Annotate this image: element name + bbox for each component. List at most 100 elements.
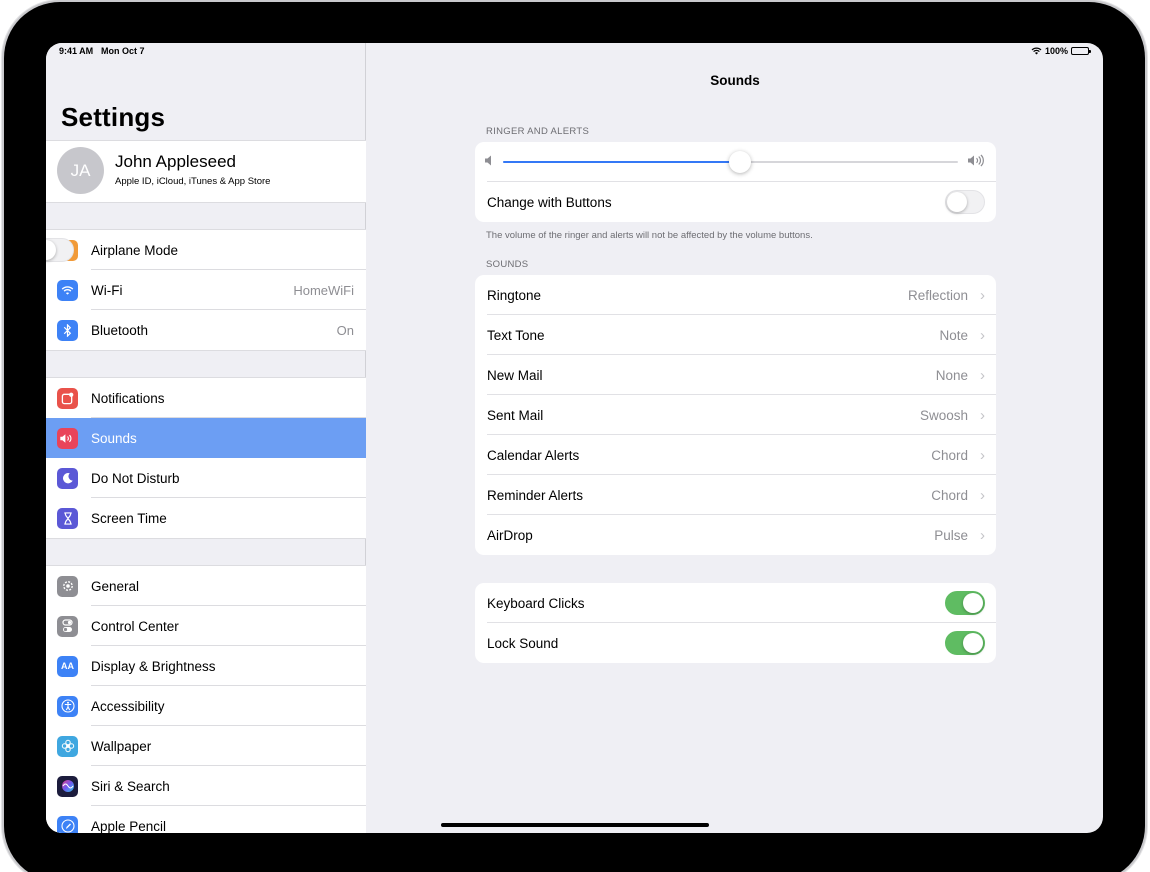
profile-subtitle: Apple ID, iCloud, iTunes & App Store — [115, 176, 271, 187]
sidebar-item-label: Do Not Disturb — [91, 470, 180, 486]
sound-row-value: Note — [939, 327, 968, 343]
section-header-sounds: SOUNDS — [486, 259, 529, 270]
sidebar-item-wi-fi[interactable]: Wi-Fi HomeWiFi — [46, 270, 366, 310]
sound-row-value: Reflection — [907, 287, 968, 303]
sidebar-item-apple-pencil[interactable]: Apple Pencil — [46, 806, 366, 833]
ringer-card: Change with Buttons — [475, 142, 996, 222]
accessibility-icon — [57, 695, 78, 717]
sidebar-title: Settings — [61, 102, 166, 132]
toggle-row-keyboard-clicks: Keyboard Clicks — [475, 583, 996, 623]
speaker-icon — [57, 427, 78, 449]
sidebar-item-value: HomeWiFi — [293, 282, 354, 298]
change-with-buttons-row: Change with Buttons — [475, 182, 996, 222]
chevron-right-icon: › — [980, 406, 985, 424]
sidebar-item-label: Notifications — [91, 390, 165, 406]
hourglass-icon — [57, 507, 78, 529]
moon-icon — [57, 467, 78, 489]
sidebar-item-label: Sounds — [91, 430, 137, 446]
volume-fill — [503, 161, 740, 163]
sound-row-label: Sent Mail — [487, 407, 544, 423]
sidebar-item-sounds[interactable]: Sounds — [46, 418, 366, 458]
sidebar-item-label: General — [91, 578, 140, 594]
sidebar-item-label: Screen Time — [91, 510, 167, 526]
sidebar-item-do-not-disturb[interactable]: Do Not Disturb — [46, 458, 366, 498]
sidebar-item-screen-time[interactable]: Screen Time — [46, 498, 366, 538]
profile-cell[interactable]: JA John Appleseed Apple ID, iCloud, iTun… — [46, 140, 366, 203]
sound-row-label: AirDrop — [487, 527, 533, 543]
aa-icon: AA — [57, 655, 78, 677]
sound-row-text-tone[interactable]: Text Tone Note › — [475, 315, 996, 355]
volume-thumb[interactable] — [728, 151, 751, 173]
sidebar-group-alerts: Notifications Sounds Do Not Disturb Screen … — [46, 377, 366, 539]
sidebar-item-label: Wallpaper — [91, 738, 152, 754]
battery-percent: 100% — [1044, 46, 1068, 56]
chevron-right-icon: › — [980, 326, 985, 344]
detail-pane: Sounds RINGER AND ALERTS Change with But… — [367, 43, 1103, 833]
sound-row-label: Text Tone — [487, 327, 545, 343]
sidebar-item-accessibility[interactable]: Accessibility — [46, 686, 366, 726]
sound-row-new-mail[interactable]: New Mail None › — [475, 355, 996, 395]
sound-row-value: Pulse — [934, 527, 968, 543]
notifications-icon — [57, 387, 78, 409]
status-right: 100% — [1031, 46, 1091, 56]
sidebar-item-general[interactable]: General — [46, 566, 366, 606]
sidebar-item-value: On — [336, 322, 354, 338]
sound-row-value: None — [935, 367, 968, 383]
page-title: Sounds — [710, 73, 760, 88]
gear-icon — [57, 575, 78, 597]
sidebar: Settings JA John Appleseed Apple ID, iCl… — [46, 43, 366, 833]
lock-sound-toggle[interactable] — [945, 631, 985, 655]
ringer-footer-note: The volume of the ringer and alerts will… — [486, 230, 813, 241]
sidebar-item-label: Display & Brightness — [91, 658, 216, 674]
sidebar-item-notifications[interactable]: Notifications — [46, 378, 366, 418]
change-with-buttons-label: Change with Buttons — [487, 194, 612, 210]
sidebar-item-label: Control Center — [91, 618, 179, 634]
toggle-row-label: Keyboard Clicks — [487, 595, 585, 611]
sound-row-value: Chord — [931, 487, 968, 503]
sound-row-value: Swoosh — [919, 407, 968, 423]
sidebar-item-label: Bluetooth — [91, 322, 149, 338]
sounds-card: Ringtone Reflection › Text Tone Note › New Mai… — [475, 275, 996, 555]
sound-row-sent-mail[interactable]: Sent Mail Swoosh › — [475, 395, 996, 435]
sidebar-item-bluetooth[interactable]: Bluetooth On — [46, 310, 366, 350]
keyboard-clicks-toggle[interactable] — [945, 591, 985, 615]
home-indicator — [441, 823, 709, 827]
sound-row-airdrop[interactable]: AirDrop Pulse › — [475, 515, 996, 555]
sidebar-item-control-center[interactable]: Control Center — [46, 606, 366, 646]
speaker-high-icon — [968, 154, 984, 167]
wifi-status-icon — [1031, 47, 1042, 55]
sidebar-item-wallpaper[interactable]: Wallpaper — [46, 726, 366, 766]
sound-row-label: Ringtone — [487, 287, 542, 303]
profile-name: John Appleseed — [115, 152, 236, 171]
sidebar-item-label: Accessibility — [91, 698, 165, 714]
switches-icon — [57, 615, 78, 637]
sound-row-calendar-alerts[interactable]: Calendar Alerts Chord › — [475, 435, 996, 475]
status-date: Mon Oct 7 — [101, 46, 145, 56]
sidebar-item-display-and-brightness[interactable]: AA Display & Brightness — [46, 646, 366, 686]
speaker-low-icon — [485, 155, 491, 166]
sidebar-item-airplane-mode[interactable]: Airplane Mode — [46, 230, 366, 270]
status-time: 9:41 AM — [59, 46, 94, 56]
volume-track[interactable] — [503, 151, 958, 173]
sound-row-reminder-alerts[interactable]: Reminder Alerts Chord › — [475, 475, 996, 515]
toggle-row-label: Lock Sound — [487, 635, 559, 651]
battery-icon — [1071, 47, 1091, 55]
wifi-icon — [57, 279, 78, 301]
pencil-icon — [57, 815, 78, 833]
bluetooth-icon — [57, 319, 78, 341]
sidebar-item-label: Apple Pencil — [91, 818, 167, 834]
sidebar-item-label: Airplane Mode — [91, 242, 179, 258]
sidebar-item-label: Wi-Fi — [91, 282, 123, 298]
airplane-mode-toggle[interactable] — [46, 238, 74, 262]
avatar: JA — [57, 147, 104, 194]
volume-slider[interactable] — [475, 142, 996, 182]
sound-row-label: New Mail — [487, 367, 543, 383]
toggle-row-lock-sound: Lock Sound — [475, 623, 996, 663]
sidebar-item-label: Siri & Search — [91, 778, 170, 794]
ipad-screen: 9:41 AM Mon Oct 7 100% Settings JA John … — [46, 43, 1103, 833]
sound-row-ringtone[interactable]: Ringtone Reflection › — [475, 275, 996, 315]
change-with-buttons-toggle[interactable] — [945, 190, 985, 214]
sound-row-label: Calendar Alerts — [487, 447, 580, 463]
sidebar-item-siri-and-search[interactable]: Siri & Search — [46, 766, 366, 806]
flower-icon — [57, 735, 78, 757]
